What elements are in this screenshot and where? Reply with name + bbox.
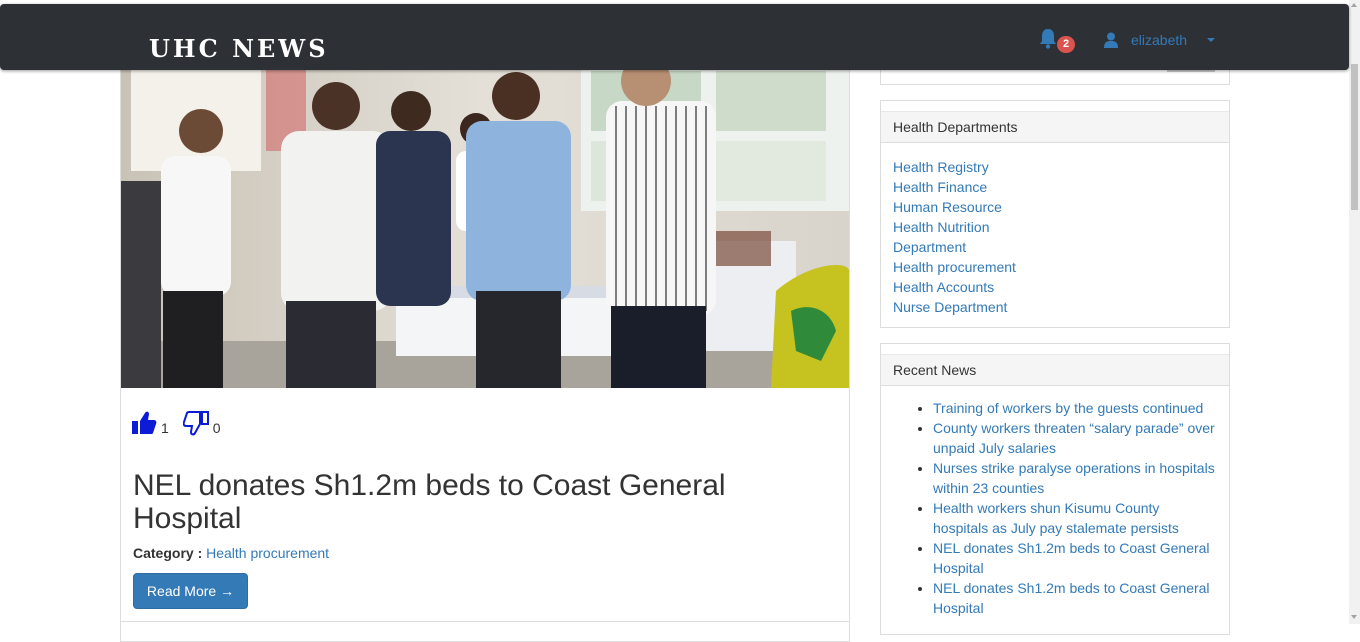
list-item[interactable]: Health Registry	[893, 157, 1217, 177]
departments-panel: Health Departments Health Registry Healt…	[880, 100, 1230, 328]
list-item[interactable]: Health procurement	[893, 257, 1217, 277]
category-link[interactable]: Health procurement	[206, 545, 329, 561]
scroll-down-arrow-icon[interactable]	[1351, 615, 1357, 619]
news-article-card: 1 0 NEL donates Sh1.2m beds to Coast Gen…	[120, 60, 850, 642]
notification-badge[interactable]: 2	[1057, 36, 1075, 53]
department-link[interactable]: Health Registry	[893, 159, 989, 175]
list-item[interactable]: Nurse Department	[893, 297, 1217, 317]
list-item[interactable]: Health workers shun Kisumu County hospit…	[933, 498, 1217, 538]
user-icon	[1104, 32, 1118, 48]
list-item[interactable]: Nurses strike paralyse operations in hos…	[933, 458, 1217, 498]
dislike-count: 0	[212, 420, 221, 436]
news-link[interactable]: Health workers shun Kisumu County hospit…	[933, 500, 1179, 536]
list-item[interactable]: NEL donates Sh1.2m beds to Coast General…	[933, 538, 1217, 578]
scroll-up-arrow-icon[interactable]	[1351, 3, 1357, 7]
category-label: Category :	[133, 545, 203, 561]
department-link[interactable]: Health Nutrition Department	[893, 219, 990, 255]
caret-down-icon[interactable]	[1207, 38, 1215, 42]
divider	[121, 621, 849, 622]
news-link[interactable]: NEL donates Sh1.2m beds to Coast General…	[933, 580, 1210, 616]
department-link[interactable]: Nurse Department	[893, 299, 1007, 315]
departments-heading: Health Departments	[881, 111, 1229, 143]
dislike-vote: 0	[182, 410, 221, 436]
list-item[interactable]: Health Nutrition Department	[893, 217, 1003, 257]
list-item[interactable]: Health Finance	[893, 177, 1217, 197]
list-item[interactable]: County workers threaten “salary parade” …	[933, 418, 1217, 458]
username[interactable]: elizabeth	[1131, 32, 1187, 48]
news-link[interactable]: County workers threaten “salary parade” …	[933, 420, 1215, 456]
like-count: 1	[161, 420, 169, 436]
scroll-thumb[interactable]	[1351, 64, 1358, 210]
list-item[interactable]: NEL donates Sh1.2m beds to Coast General…	[933, 578, 1217, 618]
recent-news-list: Training of workers by the guests contin…	[881, 386, 1229, 618]
read-more-button[interactable]: Read More →	[133, 573, 248, 609]
article-title[interactable]: NEL donates Sh1.2m beds to Coast General…	[133, 469, 813, 535]
departments-list: Health Registry Health Finance Human Res…	[881, 143, 1229, 325]
department-link[interactable]: Health Accounts	[893, 279, 994, 295]
department-link[interactable]: Health procurement	[893, 259, 1016, 275]
page-scrollbar[interactable]	[1349, 0, 1360, 624]
news-link[interactable]: NEL donates Sh1.2m beds to Coast General…	[933, 540, 1210, 576]
recent-news-heading: Recent News	[881, 354, 1229, 386]
article-photo	[121, 61, 849, 388]
news-link[interactable]: Training of workers by the guests contin…	[933, 400, 1203, 416]
article-category: Category : Health procurement	[133, 545, 329, 561]
vote-bar: 1 0	[131, 410, 235, 436]
recent-news-panel: Recent News Training of workers by the g…	[880, 343, 1230, 635]
list-item[interactable]: Training of workers by the guests contin…	[933, 398, 1217, 418]
user-menu[interactable]: elizabeth	[1104, 30, 1187, 50]
department-link[interactable]: Health Finance	[893, 179, 987, 195]
thumbs-up-icon[interactable]	[131, 410, 157, 436]
top-navbar: UHC NEWS 2 elizabeth	[0, 4, 1349, 70]
list-item[interactable]: Health Accounts	[893, 277, 1217, 297]
list-item[interactable]: Human Resource	[893, 197, 1217, 217]
department-link[interactable]: Human Resource	[893, 199, 1002, 215]
notification-bell-icon[interactable]	[1039, 28, 1057, 50]
like-vote: 1	[131, 410, 169, 436]
news-link[interactable]: Nurses strike paralyse operations in hos…	[933, 460, 1215, 496]
thumbs-down-icon[interactable]	[182, 410, 209, 436]
site-brand[interactable]: UHC NEWS	[149, 34, 329, 63]
